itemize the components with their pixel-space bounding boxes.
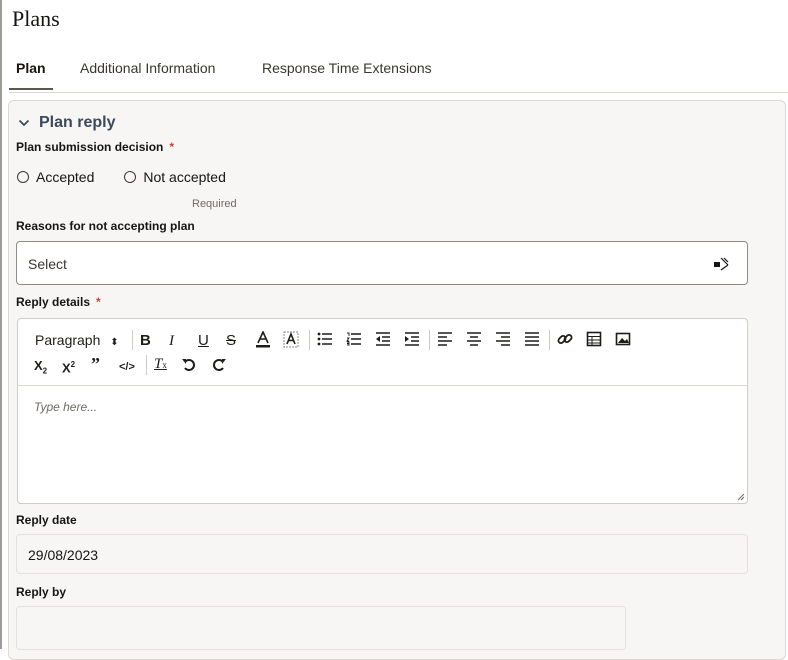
decision-label: Plan submission decision * [16, 140, 174, 154]
toolbar-separator [549, 330, 550, 350]
toolbar-separator [429, 330, 430, 350]
reply-details-textarea[interactable]: Type here... [34, 400, 97, 414]
window-left-border [0, 0, 2, 649]
numbered-list-icon[interactable] [346, 332, 362, 346]
outdent-icon[interactable] [375, 332, 391, 346]
bulleted-list-icon[interactable] [317, 332, 333, 346]
toolbar-divider [18, 385, 747, 386]
image-icon[interactable] [615, 331, 631, 347]
reply-date-label: Reply date [16, 513, 77, 527]
strikethrough-icon[interactable]: S [226, 333, 236, 349]
remove-format-icon[interactable]: Tx [154, 356, 167, 373]
plan-reply-header[interactable]: Plan reply [18, 112, 115, 134]
reasons-select[interactable]: Select [16, 241, 748, 285]
blockquote-icon[interactable]: ” [91, 355, 100, 373]
radio-not-accepted[interactable]: Not accepted [124, 169, 226, 185]
redo-icon[interactable] [211, 357, 227, 373]
radio-not-accepted-label: Not accepted [143, 169, 226, 185]
align-left-icon[interactable] [437, 332, 453, 346]
reply-by-label: Reply by [16, 585, 67, 599]
tab-additional-information[interactable]: Additional Information [80, 60, 215, 76]
reply-details-editor: Paragraph ⬍ B I U S X2 X2 ” </> Tx Type … [17, 318, 748, 504]
toolbar-separator [309, 330, 310, 350]
reply-date-value: 29/08/2023 [28, 547, 99, 563]
required-asterisk: * [169, 140, 175, 154]
radio-circle-icon [17, 171, 29, 183]
required-asterisk: * [96, 295, 101, 309]
link-icon[interactable] [557, 331, 573, 347]
resize-handle-icon[interactable] [735, 491, 745, 501]
align-right-icon[interactable] [495, 332, 511, 346]
toolbar-separator [132, 330, 133, 350]
section-title: Plan reply [39, 114, 116, 131]
radio-accepted-label: Accepted [36, 169, 95, 185]
code-icon[interactable]: </> [119, 359, 135, 375]
justify-icon[interactable] [524, 332, 540, 346]
tab-divider [9, 92, 788, 93]
reply-details-label: Reply details * [16, 295, 101, 309]
decision-radio-group: Accepted Not accepted [17, 169, 226, 185]
block-format-select[interactable]: Paragraph ⬍ [35, 332, 119, 351]
block-format-value: Paragraph [35, 332, 101, 348]
select-dropdown-icon [714, 257, 729, 271]
required-hint: Required [192, 198, 237, 210]
italic-icon[interactable]: I [169, 333, 174, 349]
toolbar-separator [146, 355, 147, 375]
reasons-label: Reasons for not accepting plan [16, 219, 195, 233]
tab-response-time-extensions[interactable]: Response Time Extensions [262, 60, 432, 76]
reply-by-field [16, 606, 626, 650]
align-center-icon[interactable] [466, 332, 482, 346]
table-icon[interactable] [586, 331, 602, 347]
underline-icon[interactable]: U [198, 333, 209, 349]
subscript-icon[interactable]: X2 [34, 358, 47, 380]
reasons-select-value: Select [28, 256, 67, 272]
tab-plan[interactable]: Plan [16, 60, 46, 76]
indent-icon[interactable] [404, 332, 420, 346]
active-tab-indicator [9, 88, 53, 90]
font-color-icon[interactable] [255, 331, 271, 349]
decision-label-text: Plan submission decision [16, 140, 164, 154]
chevron-down-icon [18, 119, 30, 127]
reply-details-label-text: Reply details [16, 295, 91, 309]
radio-accepted[interactable]: Accepted [17, 169, 94, 185]
superscript-icon[interactable]: X2 [62, 357, 75, 376]
updown-chevron-icon: ⬍ [110, 337, 119, 348]
bold-icon[interactable]: B [140, 333, 151, 349]
undo-icon[interactable] [181, 357, 197, 373]
radio-circle-icon [124, 171, 137, 183]
tab-bar: Plan Additional Information Response Tim… [9, 56, 788, 93]
reply-date-field: 29/08/2023 [16, 534, 748, 574]
highlight-icon[interactable] [283, 331, 299, 349]
page-title: Plans [12, 6, 60, 31]
